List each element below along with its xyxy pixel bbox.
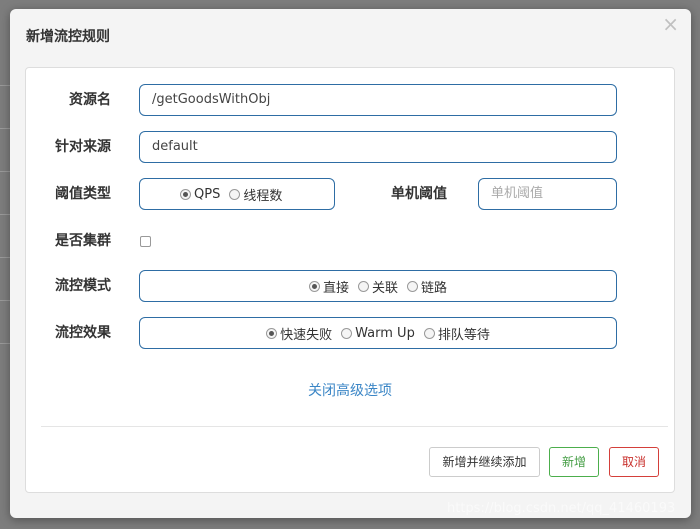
footer-divider (41, 426, 668, 427)
grade-row: 阈值类型 QPS 线程数 单机阈值 单机阈值 (26, 178, 674, 210)
resource-input[interactable]: /getGoodsWithObj (139, 84, 617, 116)
behavior-option-queue[interactable]: 排队等待 (423, 324, 490, 343)
grade-option-label: QPS (194, 186, 221, 202)
control-behavior-row: 流控效果 快速失败 Warm Up 排队等待 (26, 317, 674, 349)
radio-unchecked-icon[interactable] (407, 280, 418, 292)
threshold-input[interactable]: 单机阈值 (478, 178, 617, 210)
limit-app-row: 针对来源 default (26, 131, 674, 163)
rule-form: 资源名 /getGoodsWithObj 针对来源 default 阈值类型 Q… (25, 67, 675, 493)
add-and-continue-button[interactable]: 新增并继续添加 (429, 447, 540, 477)
threshold-label: 单机阈值 (391, 186, 447, 202)
radio-checked-icon[interactable] (266, 327, 278, 339)
cluster-label: 是否集群 (55, 233, 111, 249)
radio-unchecked-icon[interactable] (229, 188, 241, 200)
behavior-option-label: 排队等待 (437, 327, 490, 343)
grade-label: 阈值类型 (55, 186, 111, 202)
dialog-title: 新增流控规则 (26, 29, 110, 45)
resource-row: 资源名 /getGoodsWithObj (26, 84, 674, 116)
strategy-option-label: 直接 (322, 280, 349, 296)
cancel-button[interactable]: 取消 (609, 447, 659, 477)
behavior-option-fast-fail[interactable]: 快速失败 (266, 324, 332, 343)
strategy-radio-group: 直接 关联 链路 (139, 270, 617, 302)
close-icon[interactable]: × (662, 14, 679, 34)
add-button[interactable]: 新增 (549, 447, 599, 477)
strategy-label: 流控模式 (55, 278, 111, 294)
control-behavior-label: 流控效果 (55, 325, 111, 341)
grade-option-label: 线程数 (243, 188, 283, 204)
strategy-option-label: 关联 (371, 280, 398, 296)
radio-unchecked-icon[interactable] (423, 327, 435, 339)
behavior-option-warm-up[interactable]: Warm Up (341, 326, 415, 341)
radio-unchecked-icon[interactable] (357, 280, 369, 292)
limit-app-input[interactable]: default (139, 131, 617, 163)
close-advanced-options-link[interactable]: 关闭高级选项 (26, 380, 674, 400)
radio-checked-icon[interactable] (308, 280, 320, 292)
behavior-option-label: Warm Up (355, 325, 415, 341)
dialog-header: 新增流控规则 × (10, 9, 691, 61)
add-flow-rule-dialog: 新增流控规则 × 资源名 /getGoodsWithObj 针对来源 defau… (10, 9, 691, 518)
limit-app-label: 针对来源 (55, 139, 111, 155)
cluster-checkbox[interactable] (140, 236, 151, 247)
radio-checked-icon[interactable] (180, 188, 191, 200)
grade-option-qps[interactable]: QPS (180, 187, 220, 202)
strategy-option-chain[interactable]: 链路 (407, 277, 447, 296)
resource-label: 资源名 (69, 92, 111, 108)
watermark: https://blog.csdn.net/qq_41460193 (447, 501, 676, 516)
grade-radio-group: QPS 线程数 (139, 178, 335, 210)
strategy-option-direct[interactable]: 直接 (308, 277, 349, 296)
control-behavior-radio-group: 快速失败 Warm Up 排队等待 (139, 317, 617, 349)
strategy-option-label: 链路 (421, 280, 448, 296)
radio-unchecked-icon[interactable] (341, 327, 353, 339)
behavior-option-label: 快速失败 (280, 327, 333, 343)
grade-option-thread[interactable]: 线程数 (229, 185, 282, 204)
cluster-row: 是否集群 (26, 225, 674, 257)
strategy-row: 流控模式 直接 关联 链路 (26, 270, 674, 302)
strategy-option-relate[interactable]: 关联 (357, 277, 398, 296)
